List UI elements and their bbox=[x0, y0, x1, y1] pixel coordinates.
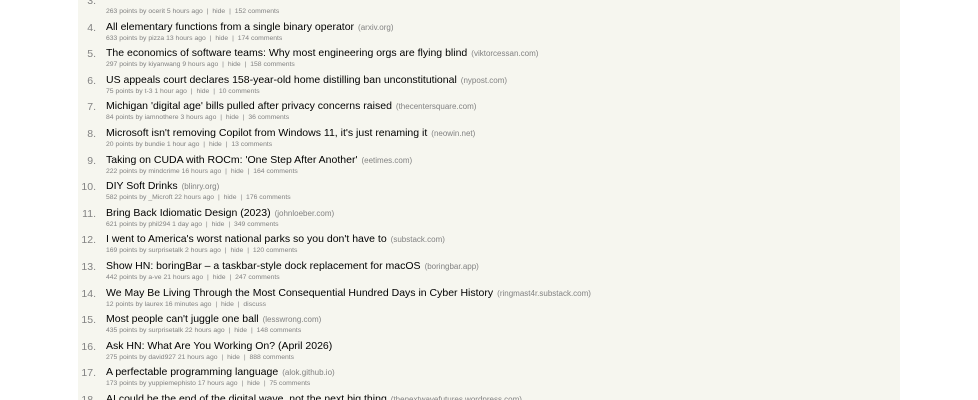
story-site-link[interactable]: blinry.org bbox=[184, 182, 216, 191]
story-site: (arxiv.org) bbox=[358, 22, 394, 32]
story-site: (blinry.org) bbox=[181, 182, 220, 192]
story-rank: 12. bbox=[81, 234, 96, 247]
story-titleline: DIY Soft Drinks (blinry.org) bbox=[106, 180, 219, 193]
story-site-link[interactable]: viktorcessan.com bbox=[474, 49, 536, 58]
story-titleline: All elementary functions from a single b… bbox=[106, 21, 393, 34]
story-site: (boringbar.app) bbox=[424, 261, 479, 271]
story-site-link[interactable]: lesswrong.com bbox=[265, 315, 318, 324]
story-item: 14. We May Be Living Through the Most Co… bbox=[78, 279, 900, 308]
story-item: 6. US appeals court declares 158-year-ol… bbox=[78, 66, 900, 95]
story-rank: 4. bbox=[87, 21, 96, 34]
story-rank: 6. bbox=[87, 74, 96, 87]
story-rank: 7. bbox=[87, 101, 96, 114]
story-rank: 9. bbox=[87, 154, 96, 167]
story-titleline: AI could be the end of the digital wave,… bbox=[106, 393, 522, 400]
story-titleline: US appeals court declares 158-year-old h… bbox=[106, 74, 507, 87]
story-site-link[interactable]: ringmast4r.substack.com bbox=[500, 289, 588, 298]
story-title-link[interactable]: AI could be the end of the digital wave,… bbox=[106, 393, 387, 400]
story-site: (neowin.net) bbox=[431, 128, 476, 138]
story-item: 4. All elementary functions from a singl… bbox=[78, 13, 900, 42]
story-rank: 15. bbox=[81, 314, 96, 327]
story-item: 16. Ask HN: What Are You Working On? (Ap… bbox=[78, 332, 900, 361]
story-title-link[interactable]: We May Be Living Through the Most Conseq… bbox=[106, 287, 493, 299]
story-site: (thenextwavefutures.wordpress.com) bbox=[391, 395, 522, 400]
story-site: (eetimes.com) bbox=[361, 155, 413, 165]
story-site: (nypost.com) bbox=[460, 75, 508, 85]
story-item: 13. Show HN: boringBar – a taskbar-style… bbox=[78, 252, 900, 281]
story-title-link[interactable]: The economics of software teams: Why mos… bbox=[106, 47, 467, 59]
story-site-link[interactable]: johnloeber.com bbox=[277, 209, 331, 218]
story-rank: 17. bbox=[81, 367, 96, 380]
story-site-link[interactable]: thecentersquare.com bbox=[399, 102, 474, 111]
story-item: 5. The economics of software teams: Why … bbox=[78, 39, 900, 68]
story-site: (alok.github.io) bbox=[282, 368, 335, 378]
story-site: (substack.com) bbox=[390, 235, 445, 245]
story-titleline: Ask HN: What Are You Working On? (April … bbox=[106, 340, 332, 353]
story-site: (ringmast4r.substack.com) bbox=[497, 288, 591, 298]
story-rank: 5. bbox=[87, 48, 96, 61]
story-site: (johnloeber.com) bbox=[274, 208, 335, 218]
story-title-link[interactable]: Most people can't juggle one ball bbox=[106, 313, 259, 325]
story-titleline: Most people can't juggle one ball (lesswr… bbox=[106, 313, 321, 326]
story-rank: 11. bbox=[82, 207, 96, 220]
story-item: 17. A perfectable programming language (a… bbox=[78, 358, 900, 387]
story-rank: 3. bbox=[87, 0, 96, 7]
story-title-link[interactable]: Taking on CUDA with ROCm: 'One Step Afte… bbox=[106, 154, 357, 166]
story-title-link[interactable]: A perfectable programming language bbox=[106, 366, 278, 378]
story-title-link[interactable]: I went to America's worst national parks… bbox=[106, 233, 387, 245]
story-titleline: Michigan 'digital age' bills pulled afte… bbox=[106, 100, 476, 113]
story-rank: 14. bbox=[81, 287, 96, 300]
story-item: 9. Taking on CUDA with ROCm: 'One Step A… bbox=[78, 146, 900, 175]
hn-page: 3. 263 points by ocerit 5 hours ago | hi… bbox=[78, 0, 900, 400]
story-title-link[interactable]: Bring Back Idiomatic Design (2023) bbox=[106, 207, 271, 219]
story-rank: 18. bbox=[81, 393, 96, 400]
story-rank: 10. bbox=[81, 181, 96, 194]
story-title-link[interactable]: US appeals court declares 158-year-old h… bbox=[106, 74, 457, 86]
story-title-link[interactable]: Microsoft isn't removing Copilot from Wi… bbox=[106, 127, 427, 139]
story-titleline: A perfectable programming language (alok.… bbox=[106, 366, 335, 379]
story-title-link[interactable]: DIY Soft Drinks bbox=[106, 180, 178, 192]
story-site-link[interactable]: nypost.com bbox=[463, 76, 504, 85]
story-item: 10. DIY Soft Drinks (blinry.org) 582 poin… bbox=[78, 172, 900, 201]
story-title-link[interactable]: All elementary functions from a single b… bbox=[106, 21, 354, 33]
story-site-link[interactable]: thenextwavefutures.wordpress.com bbox=[393, 395, 519, 400]
story-item: 12. I went to America's worst national p… bbox=[78, 225, 900, 254]
story-item: 8. Microsoft isn't removing Copilot from… bbox=[78, 119, 900, 148]
story-titleline: Bring Back Idiomatic Design (2023) (johnl… bbox=[106, 207, 334, 220]
story-titleline: Show HN: boringBar – a taskbar-style doc… bbox=[106, 260, 479, 273]
story-site-link[interactable]: boringbar.app bbox=[427, 262, 476, 271]
story-item: 3. 263 points by ocerit 5 hours ago | hi… bbox=[78, 0, 900, 15]
story-titleline: The economics of software teams: Why mos… bbox=[106, 47, 538, 60]
story-rank: 16. bbox=[81, 340, 96, 353]
story-title-link[interactable]: Ask HN: What Are You Working On? (April … bbox=[106, 340, 332, 352]
story-list: 3. 263 points by ocerit 5 hours ago | hi… bbox=[78, 0, 900, 400]
story-item: 11. Bring Back Idiomatic Design (2023) (j… bbox=[78, 199, 900, 228]
story-rank: 13. bbox=[81, 260, 96, 273]
story-titleline: We May Be Living Through the Most Conseq… bbox=[106, 287, 591, 300]
story-item: 18. AI could be the end of the digital w… bbox=[78, 385, 900, 400]
story-site-link[interactable]: substack.com bbox=[393, 235, 442, 244]
story-rank: 8. bbox=[87, 127, 96, 140]
story-site: (thecentersquare.com) bbox=[395, 102, 477, 112]
story-site-link[interactable]: arxiv.org bbox=[361, 23, 391, 32]
story-titleline: Taking on CUDA with ROCm: 'One Step Afte… bbox=[106, 154, 412, 167]
story-site-link[interactable]: eetimes.com bbox=[364, 156, 409, 165]
story-site-link[interactable]: neowin.net bbox=[434, 129, 473, 138]
story-title-link[interactable]: Michigan 'digital age' bills pulled afte… bbox=[106, 100, 392, 112]
story-site: (lesswrong.com) bbox=[262, 315, 322, 325]
story-site: (viktorcessan.com) bbox=[471, 49, 539, 59]
story-titleline: I went to America's worst national parks… bbox=[106, 233, 445, 246]
story-item: 15. Most people can't juggle one ball (le… bbox=[78, 305, 900, 334]
story-site-link[interactable]: alok.github.io bbox=[285, 368, 332, 377]
story-title-link[interactable]: Show HN: boringBar – a taskbar-style doc… bbox=[106, 260, 421, 272]
story-titleline: Microsoft isn't removing Copilot from Wi… bbox=[106, 127, 475, 140]
story-item: 7. Michigan 'digital age' bills pulled a… bbox=[78, 92, 900, 121]
